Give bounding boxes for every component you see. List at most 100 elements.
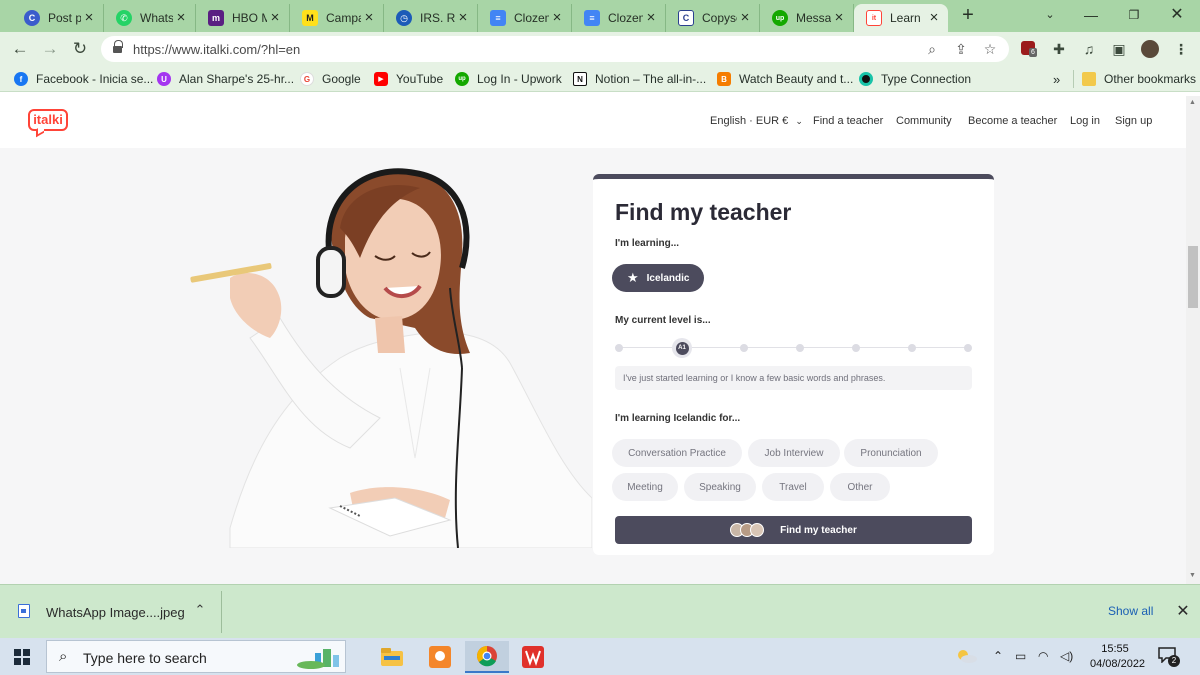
lock-icon[interactable] [113, 40, 123, 54]
back-icon[interactable]: ← [9, 39, 31, 59]
scroll-up-arrow-icon[interactable]: ▲ [1189, 99, 1196, 106]
extensions-puzzle-icon[interactable]: ✚ [1050, 40, 1068, 58]
side-panel-icon[interactable]: ▣ [1110, 40, 1128, 58]
wps-office-icon[interactable] [511, 641, 555, 673]
ublock-extension-icon[interactable]: 6 [1021, 41, 1037, 57]
close-tab-icon[interactable]: × [81, 10, 97, 26]
forward-icon[interactable]: → [39, 39, 61, 59]
windows-start-icon[interactable] [14, 649, 30, 665]
close-tab-icon[interactable]: × [549, 10, 565, 26]
find-my-teacher-button[interactable]: Find my teacher [615, 516, 972, 544]
chevron-up-icon[interactable]: ⌃ [192, 602, 208, 618]
bookmarks-overflow-icon[interactable]: » [1053, 70, 1060, 88]
level-step[interactable] [615, 344, 623, 352]
browser-tab[interactable]: ≡ Clozem × [572, 4, 666, 32]
restore-icon[interactable]: ❐ [1124, 5, 1144, 25]
scrollbar-thumb[interactable] [1188, 246, 1198, 308]
new-tab-button[interactable]: + [958, 5, 978, 26]
taskbar-clock[interactable]: 15:55 04/08/2022 [1090, 642, 1145, 672]
close-window-icon[interactable]: ✕ [1167, 5, 1187, 25]
close-tab-icon[interactable]: × [643, 10, 659, 26]
browser-tab[interactable]: ≡ Clozem × [478, 4, 572, 32]
page-scrollbar[interactable]: ▲ ▼ [1186, 96, 1200, 584]
level-step-selected[interactable]: A1 [672, 338, 692, 358]
purpose-chip-travel[interactable]: Travel [762, 473, 824, 501]
other-bookmarks[interactable]: Other bookmarks [1073, 70, 1196, 88]
bookmark-item[interactable]: U Alan Sharpe's 25-hr... [157, 70, 294, 88]
c-logo-icon: C [24, 10, 40, 26]
wifi-icon[interactable]: ◠ [1038, 649, 1048, 663]
purpose-chip-meeting[interactable]: Meeting [612, 473, 678, 501]
browser-tab[interactable]: ◷ IRS. Re × [384, 4, 478, 32]
taskbar-search-box[interactable]: ⌕ Type here to search [46, 640, 346, 673]
close-icon[interactable]: ✕ [1175, 601, 1191, 621]
pdf-app-icon[interactable] [418, 641, 462, 673]
tab-search-icon[interactable]: ⌄ [1040, 5, 1060, 25]
media-control-icon[interactable]: ♫ [1080, 40, 1098, 58]
bookmark-item[interactable]: G Google [300, 70, 361, 88]
bookmark-item[interactable]: Type Connection [859, 70, 971, 88]
close-tab-icon[interactable]: × [173, 10, 189, 26]
whatsapp-icon: ✆ [116, 10, 132, 26]
browser-tab[interactable]: m HBO M × [196, 4, 290, 32]
bookmark-item[interactable]: f Facebook - Inicia se... [14, 70, 153, 88]
scroll-down-arrow-icon[interactable]: ▼ [1189, 572, 1196, 579]
tab-strip: C Post pa × ✆ Whatsa × m HBO M × M Campa… [0, 0, 1200, 32]
browser-tab[interactable]: C Post pa × [12, 4, 104, 32]
close-tab-icon[interactable]: × [831, 10, 847, 26]
windows-taskbar: ⌕ Type here to search ⌃ ▭ ◠ ◁) 15:55 04/… [0, 638, 1200, 675]
profile-avatar[interactable] [1141, 40, 1159, 58]
close-tab-icon[interactable]: × [267, 10, 283, 26]
close-tab-icon[interactable]: × [737, 10, 753, 26]
bookmark-item[interactable]: ▶ YouTube [374, 70, 443, 88]
address-bar[interactable]: https://www.italki.com/?hl=en ⌕ ⇪ ☆ [101, 36, 1009, 62]
close-tab-icon[interactable]: × [455, 10, 471, 26]
file-explorer-icon[interactable] [370, 641, 414, 673]
youtube-icon: ▶ [374, 72, 388, 86]
close-tab-icon[interactable]: × [361, 10, 377, 26]
notification-center-icon[interactable]: 2 [1158, 647, 1180, 667]
browser-tab[interactable]: C Copysc × [666, 4, 760, 32]
reload-icon[interactable]: ↻ [69, 39, 91, 59]
bookmark-item[interactable]: up Log In - Upwork [455, 70, 562, 88]
download-filename[interactable]: WhatsApp Image....jpeg [46, 605, 185, 620]
purpose-label: I'm learning Icelandic for... [615, 413, 741, 424]
bookmark-item[interactable]: B Watch Beauty and t... [717, 70, 853, 88]
language-chip[interactable]: ★ Icelandic [612, 264, 704, 292]
purpose-chip-job-interview[interactable]: Job Interview [748, 439, 840, 467]
browser-tab[interactable]: up Messa × [760, 4, 854, 32]
nav-login[interactable]: Log in [1070, 115, 1100, 127]
purpose-chip-speaking[interactable]: Speaking [684, 473, 756, 501]
browser-tab[interactable]: ✆ Whatsa × [104, 4, 196, 32]
nav-become-teacher[interactable]: Become a teacher [968, 115, 1057, 127]
menu-kebab-icon[interactable]: ⋮ [1172, 40, 1190, 58]
level-step[interactable] [852, 344, 860, 352]
italki-logo[interactable]: italki [28, 109, 68, 131]
chrome-icon[interactable] [465, 641, 509, 673]
nav-find-teacher[interactable]: Find a teacher [813, 115, 883, 127]
bookmark-star-icon[interactable]: ☆ [981, 40, 999, 58]
battery-icon[interactable]: ▭ [1015, 649, 1026, 663]
zoom-search-icon[interactable]: ⌕ [923, 40, 941, 58]
chevron-up-icon[interactable]: ⌃ [993, 649, 1003, 663]
weather-icon[interactable] [955, 649, 977, 666]
browser-tab-active[interactable]: it Learn × [854, 4, 948, 32]
show-all-button[interactable]: Show all [1108, 604, 1153, 618]
level-step[interactable] [964, 344, 972, 352]
bookmark-item[interactable]: N Notion – The all-in-... [573, 70, 706, 88]
level-step[interactable] [908, 344, 916, 352]
nav-community[interactable]: Community [896, 115, 952, 127]
minimize-icon[interactable]: — [1081, 5, 1101, 25]
url-text[interactable]: https://www.italki.com/?hl=en [133, 42, 300, 57]
nav-signup[interactable]: Sign up [1115, 115, 1152, 127]
level-step[interactable] [740, 344, 748, 352]
volume-icon[interactable]: ◁) [1060, 649, 1073, 663]
language-currency-selector[interactable]: English · EUR € ⌄ [710, 115, 803, 127]
level-step[interactable] [796, 344, 804, 352]
purpose-chip-other[interactable]: Other [830, 473, 890, 501]
browser-tab[interactable]: M Campa × [290, 4, 384, 32]
share-icon[interactable]: ⇪ [952, 40, 970, 58]
purpose-chip-pronunciation[interactable]: Pronunciation [844, 439, 938, 467]
close-tab-icon[interactable]: × [926, 10, 942, 26]
purpose-chip-conversation[interactable]: Conversation Practice [612, 439, 742, 467]
